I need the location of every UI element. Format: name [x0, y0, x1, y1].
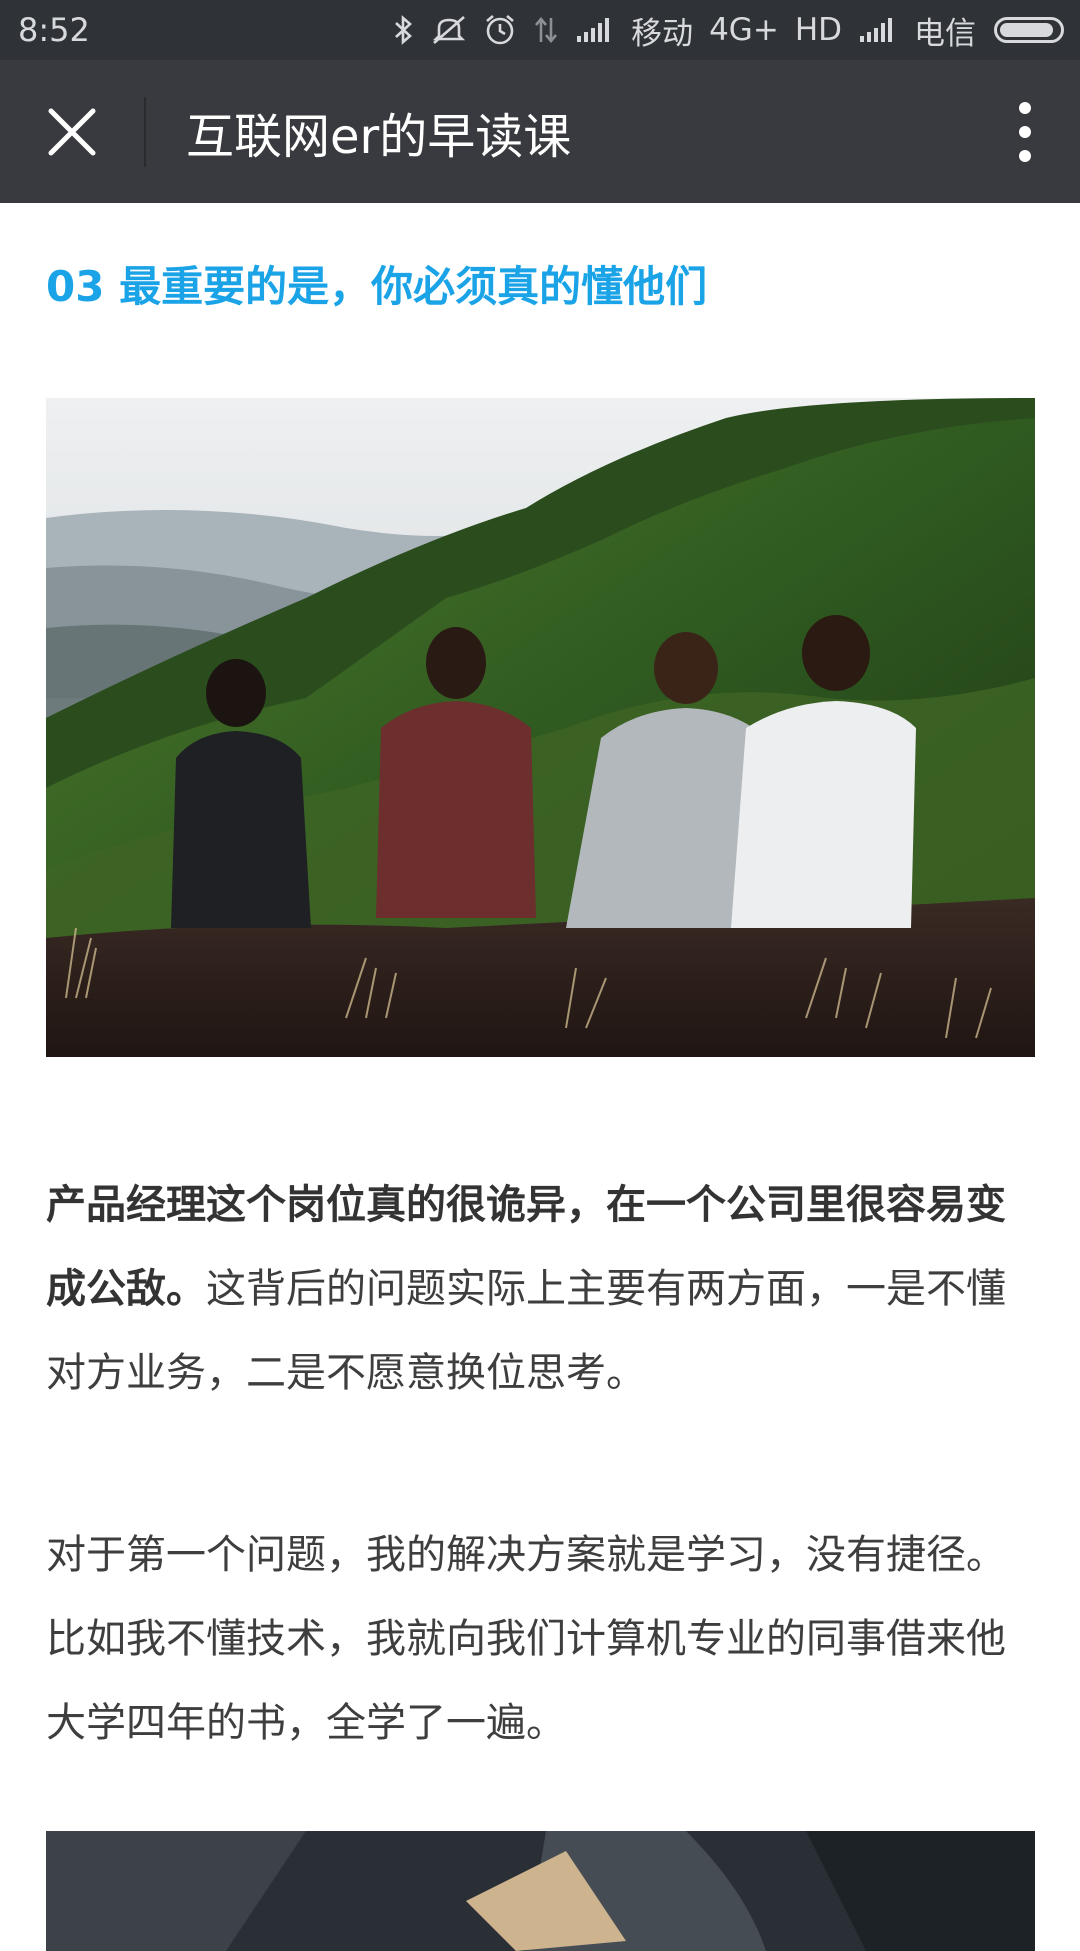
- close-button[interactable]: [0, 60, 144, 203]
- status-time: 8:52: [18, 11, 90, 49]
- page-title: 互联网er的早读课: [186, 108, 572, 165]
- carrier-2: 电信: [914, 15, 976, 52]
- article-paragraph-1: 产品经理这个岗位真的很诡异，在一个公司里很容易变成公敌。这背后的问题实际上主要有…: [46, 1163, 1036, 1415]
- article-photo-2: [46, 1831, 1035, 1951]
- article-photo-friends-on-hill: [46, 398, 1035, 1057]
- carrier-1: 移动: [631, 15, 694, 52]
- signal-icon: [575, 16, 615, 44]
- status-icons: 移动 4G+ HD 电信: [393, 8, 1064, 53]
- signal-icon: [858, 16, 898, 44]
- section-heading: 03 最重要的是，你必须真的懂他们: [46, 262, 708, 311]
- data-arrows-icon: [533, 14, 559, 46]
- hd-indicator: HD: [794, 12, 842, 48]
- network-type: 4G+: [709, 12, 779, 48]
- alarm-icon: [483, 13, 517, 47]
- more-vertical-icon: [1019, 101, 1031, 162]
- article-paragraph-2: 对于第一个问题，我的解决方案就是学习，没有捷径。比如我不懂技术，我就向我们计算机…: [46, 1532, 1006, 1746]
- status-bar: 8:52 移动 4G+ HD 电信: [0, 0, 1080, 60]
- app-header: 互联网er的早读课: [0, 60, 1080, 203]
- battery-icon: [994, 17, 1064, 43]
- mute-icon: [431, 14, 467, 46]
- more-options-button[interactable]: [970, 60, 1080, 203]
- close-icon: [48, 108, 96, 155]
- bluetooth-icon: [393, 14, 415, 46]
